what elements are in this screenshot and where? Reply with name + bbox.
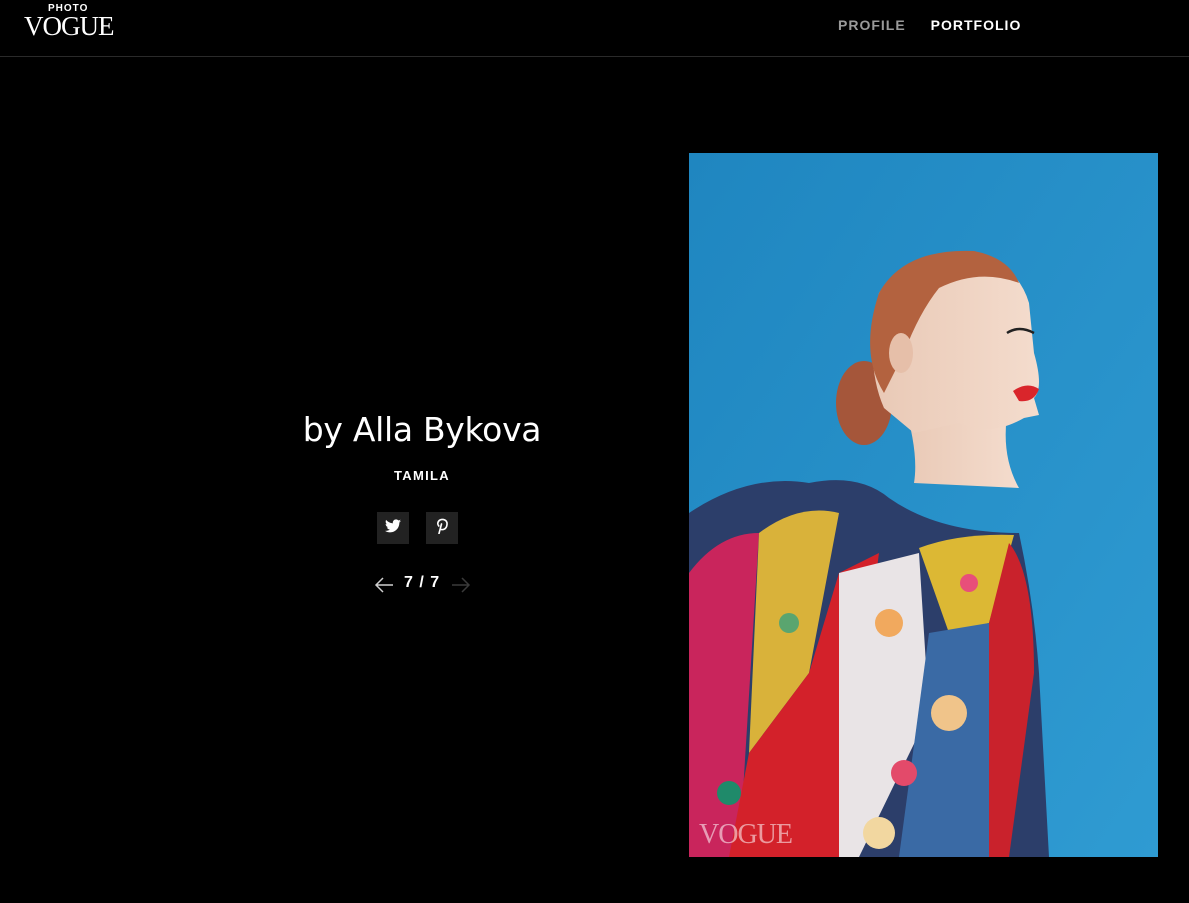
nav-portfolio-link[interactable]: PORTFOLIO	[931, 17, 1022, 33]
portrait-illustration	[689, 153, 1158, 857]
photo-pager: 7 / 7	[374, 573, 471, 599]
nav-profile-link[interactable]: PROFILE	[838, 17, 906, 33]
arrow-left-icon[interactable]	[374, 576, 394, 599]
site-header: PHOTO VOGUE PROFILE PORTFOLIO	[0, 0, 1189, 57]
photo-watermark: VOGUE	[699, 819, 793, 850]
photo-vogue-logo[interactable]: PHOTO VOGUE	[24, 3, 114, 43]
photo-counter: 7 / 7	[404, 574, 441, 591]
arrow-right-icon[interactable]	[451, 576, 471, 599]
main-nav: PROFILE PORTFOLIO	[838, 17, 1021, 33]
twitter-icon	[385, 518, 401, 538]
share-buttons	[377, 512, 458, 544]
twitter-share-button[interactable]	[377, 512, 409, 544]
portfolio-photo[interactable]: VOGUE	[689, 153, 1158, 857]
logo-vogue-text: VOGUE	[24, 11, 114, 41]
pinterest-share-button[interactable]	[426, 512, 458, 544]
photo-title: by Alla Bykova	[302, 410, 542, 449]
photo-subtitle: TAMILA	[394, 468, 450, 483]
page: PHOTO VOGUE PROFILE PORTFOLIO by Alla By…	[0, 0, 1189, 903]
pinterest-icon	[436, 518, 449, 539]
